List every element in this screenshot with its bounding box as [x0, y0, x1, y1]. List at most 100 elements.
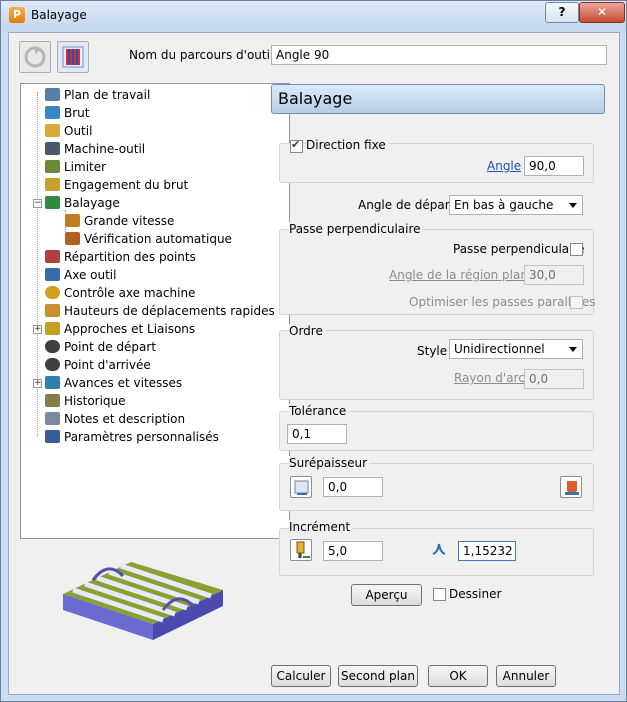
- workplane-icon: [45, 88, 60, 101]
- help-button[interactable]: ?: [545, 2, 579, 23]
- tool-icon: [45, 124, 60, 137]
- stepover-group-title: Incrément: [289, 520, 354, 534]
- optimise-passes-label: Optimiser les passes parallèles: [409, 295, 596, 309]
- tool-axis-icon: [45, 268, 60, 281]
- tree-item-parametres-personnalises[interactable]: Paramètres personnalisés: [45, 428, 219, 446]
- title-bar[interactable]: P Balayage ? ✕: [1, 1, 626, 31]
- optimise-passes-checkbox[interactable]: [570, 296, 583, 309]
- flat-angle-input[interactable]: 30,0: [524, 265, 584, 285]
- edit-toolpath-button[interactable]: [57, 41, 89, 73]
- dialog-window: P Balayage ? ✕ Nom du parcours d'outil A…: [0, 0, 627, 702]
- arc-radius-input[interactable]: 0,0: [524, 369, 584, 389]
- queue-button[interactable]: Second plan: [338, 665, 418, 687]
- block-icon: [45, 106, 60, 119]
- chevron-down-icon: [569, 203, 577, 208]
- tree-item-controle-axe-machine[interactable]: Contrôle axe machine: [45, 284, 195, 302]
- tree-item-notes-et-description[interactable]: Notes et description: [45, 410, 185, 428]
- tree-item-brut[interactable]: Brut: [45, 104, 89, 122]
- stock-engagement-icon: [45, 178, 60, 191]
- angle-input[interactable]: 90,0: [524, 156, 584, 176]
- toolpath-icon: [62, 46, 84, 68]
- style-dropdown[interactable]: Unidirectionnel: [449, 339, 583, 359]
- stepover-input[interactable]: 5,0: [323, 541, 383, 561]
- tree-item-engagement-du-brut[interactable]: Engagement du brut: [45, 176, 188, 194]
- fixed-direction-label: Direction fixe: [306, 138, 389, 152]
- tree-item-avances-et-vitesses[interactable]: Avances et vitesses: [45, 374, 182, 392]
- notes-icon: [45, 412, 60, 425]
- tree-item-point-d-arrivee[interactable]: Point d'arrivée: [45, 356, 151, 374]
- panel-title: Balayage: [271, 84, 605, 114]
- tolerance-group-title: Tolérance: [289, 404, 350, 418]
- tree-item-hauteurs-deplacements-rapides[interactable]: Hauteurs de déplacements rapides: [45, 302, 275, 320]
- strategy-tree: Plan de travail Brut Outil Machine-outil…: [20, 83, 290, 640]
- tree-item-verification-automatique[interactable]: Vérification automatique: [65, 230, 232, 248]
- copy-parameters-button[interactable]: [19, 41, 51, 73]
- point-distribution-icon: [45, 250, 60, 263]
- perpendicular-checkbox-label: Passe perpendiculaire: [453, 242, 585, 256]
- tree-item-historique[interactable]: Historique: [45, 392, 126, 410]
- draw-checkbox[interactable]: [433, 588, 446, 601]
- flat-angle-label: Angle de la région plane: [389, 268, 536, 282]
- preview-button[interactable]: Aperçu: [351, 584, 422, 606]
- tree-item-limiter[interactable]: Limiter: [45, 158, 106, 176]
- cusp-height-icon: [432, 543, 446, 555]
- toolpath-name-input[interactable]: Angle 90: [271, 45, 607, 65]
- history-icon: [45, 394, 60, 407]
- app-icon: P: [9, 7, 25, 23]
- expand-toggle[interactable]: +: [33, 379, 42, 388]
- collapse-toggle[interactable]: −: [33, 199, 42, 208]
- tree-item-approches-et-liaisons[interactable]: Approches et Liaisons: [45, 320, 195, 338]
- tree-item-grande-vitesse[interactable]: Grande vitesse: [65, 212, 174, 230]
- leads-links-icon: [45, 322, 60, 335]
- feeds-speeds-icon: [45, 376, 60, 389]
- component-thickness-button[interactable]: [560, 476, 582, 498]
- thickness-group-title: Surépaisseur: [289, 456, 371, 470]
- fixed-direction-checkbox[interactable]: [290, 138, 303, 153]
- chevron-down-icon: [569, 347, 577, 352]
- thickness-settings-button[interactable]: [290, 476, 312, 498]
- raster-icon: [45, 196, 60, 209]
- component-thickness-icon: [563, 479, 581, 497]
- perpendicular-group-title: Passe perpendiculaire: [289, 222, 424, 236]
- machine-tool-icon: [45, 142, 60, 155]
- start-point-icon: [45, 340, 60, 353]
- expand-toggle[interactable]: +: [33, 325, 42, 334]
- thickness-icon: [294, 480, 309, 495]
- stepover-copy-button[interactable]: [290, 539, 312, 561]
- style-label: Style: [417, 344, 448, 358]
- cancel-button[interactable]: Annuler: [496, 665, 556, 687]
- tree-item-outil[interactable]: Outil: [45, 122, 92, 140]
- axis-control-icon: [45, 286, 60, 299]
- start-corner-label: Angle de départ: [358, 198, 455, 212]
- raster-preview-illustration: [63, 562, 223, 640]
- thickness-input[interactable]: 0,0: [323, 477, 383, 497]
- tree-item-balayage[interactable]: Balayage: [45, 194, 120, 212]
- tolerance-input[interactable]: 0,1: [287, 424, 347, 444]
- auto-verify-icon: [65, 232, 80, 245]
- ok-button[interactable]: OK: [428, 665, 488, 687]
- close-button[interactable]: ✕: [579, 2, 625, 23]
- limit-icon: [45, 160, 60, 173]
- high-speed-icon: [65, 214, 80, 227]
- perpendicular-checkbox[interactable]: [570, 243, 583, 256]
- tree-item-axe-outil[interactable]: Axe outil: [45, 266, 116, 284]
- dialog-client: Nom du parcours d'outil Angle 90 Plan de…: [8, 32, 620, 695]
- rapid-move-heights-icon: [45, 304, 60, 317]
- cusp-height-input[interactable]: 1,15232: [458, 541, 516, 561]
- angle-link[interactable]: Angle: [487, 159, 521, 173]
- tree-item-repartition-des-points[interactable]: Répartition des points: [45, 248, 196, 266]
- tree-item-plan-de-travail[interactable]: Plan de travail: [45, 86, 150, 104]
- window-title: Balayage: [31, 8, 87, 22]
- end-point-icon: [45, 358, 60, 371]
- draw-label: Dessiner: [449, 587, 502, 601]
- toolpath-name-label: Nom du parcours d'outil: [129, 48, 274, 62]
- tool-stepover-icon: [296, 541, 310, 558]
- user-params-icon: [45, 430, 60, 443]
- tree-item-point-de-depart[interactable]: Point de départ: [45, 338, 156, 356]
- arc-radius-label: Rayon d'arc: [454, 371, 525, 385]
- calculate-button[interactable]: Calculer: [271, 665, 331, 687]
- start-corner-dropdown[interactable]: En bas à gauche: [449, 195, 583, 215]
- tree-item-machine-outil[interactable]: Machine-outil: [45, 140, 145, 158]
- ordering-group-title: Ordre: [289, 324, 326, 338]
- recycle-icon: [24, 46, 46, 68]
